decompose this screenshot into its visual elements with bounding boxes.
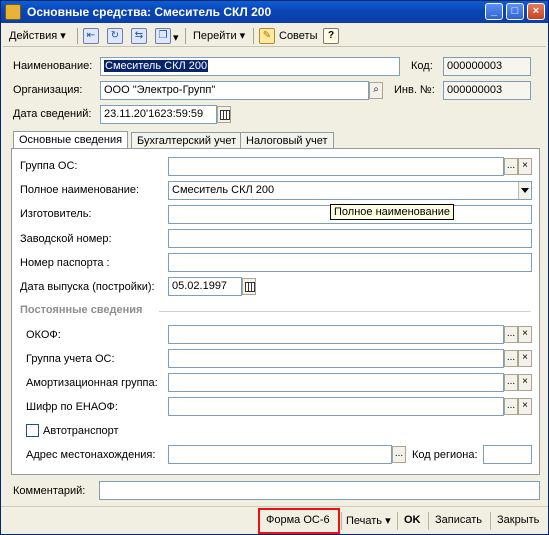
title-bar: Основные средства: Смеситель СКЛ 200 _ □…: [1, 1, 548, 23]
tips-label: Советы: [279, 30, 318, 42]
okof-label: ОКОФ:: [26, 329, 61, 341]
bottom-bar: Форма ОС-6 Печать ▾ OK Записать Закрыть: [1, 506, 548, 534]
goto-menu[interactable]: Перейти ▾: [193, 27, 245, 45]
structure-icon[interactable]: ⇆: [131, 28, 147, 44]
main-window: Основные средства: Смеситель СКЛ 200 _ □…: [0, 0, 549, 535]
tips-icon[interactable]: ✎: [259, 28, 275, 44]
name-field[interactable]: Смеситель СКЛ 200: [100, 57, 400, 76]
code-label: Код:: [411, 60, 433, 72]
accounting-group-label: Группа учета ОС:: [26, 353, 115, 365]
serial-field[interactable]: [168, 229, 532, 248]
organization-label: Организация:: [13, 84, 83, 96]
calendar-icon[interactable]: [217, 106, 231, 123]
address-field[interactable]: [168, 445, 392, 464]
group-os-field[interactable]: [168, 157, 504, 176]
full-name-label: Полное наименование:: [20, 184, 140, 196]
toolbar-separator: [77, 28, 78, 44]
serial-label: Заводской номер:: [20, 233, 112, 245]
name-value: Смеситель СКЛ 200: [104, 60, 209, 72]
comment-label: Комментарий:: [13, 485, 86, 497]
comment-field[interactable]: [99, 481, 540, 500]
accounting-group-field[interactable]: [168, 349, 504, 368]
release-date-label: Дата выпуска (постройки):: [20, 281, 155, 293]
date-field[interactable]: 23.11.20'1623:59:59: [100, 105, 217, 124]
button-separator: [428, 512, 429, 530]
clear-icon[interactable]: ×: [518, 374, 532, 391]
organization-field[interactable]: ООО "Электро-Групп": [100, 81, 369, 100]
tips-button[interactable]: Советы: [279, 27, 317, 45]
inventory-field[interactable]: 000000003: [443, 81, 531, 100]
name-label: Наименование:: [13, 60, 93, 72]
clear-icon[interactable]: ×: [518, 350, 532, 367]
print-button[interactable]: Печать ▾: [346, 514, 391, 527]
tab-tax[interactable]: Налоговый учет: [240, 132, 334, 149]
search-icon[interactable]: ⌕: [369, 82, 383, 99]
select-button[interactable]: ...: [392, 446, 406, 463]
copy-icon[interactable]: ❐: [155, 28, 171, 44]
clear-icon[interactable]: ×: [518, 398, 532, 415]
toolbar-separator: [253, 28, 254, 44]
code-field[interactable]: 000000003: [443, 57, 531, 76]
select-button[interactable]: ...: [504, 398, 518, 415]
amortization-group-field[interactable]: [168, 373, 504, 392]
refresh-icon[interactable]: ↻: [107, 28, 123, 44]
tab-main-info[interactable]: Основные сведения: [13, 131, 129, 149]
region-code-field[interactable]: [483, 445, 532, 464]
autotransport-checkbox[interactable]: [26, 424, 39, 437]
button-separator: [397, 512, 398, 530]
tooltip: Полное наименование: [330, 204, 454, 220]
maker-label: Изготовитель:: [20, 208, 92, 220]
maximize-button[interactable]: □: [506, 3, 524, 20]
group-os-label: Группа ОС:: [20, 160, 78, 172]
release-date-field[interactable]: 05.02.1997: [168, 277, 242, 296]
cipher-label: Шифр по ЕНАОФ:: [26, 401, 118, 413]
save-button[interactable]: Записать: [435, 514, 482, 526]
ok-button[interactable]: OK: [404, 514, 421, 526]
section-title: Постоянные сведения: [20, 304, 143, 316]
toolbar-separator: [185, 28, 186, 44]
cipher-field[interactable]: [168, 397, 504, 416]
button-separator: [341, 512, 342, 530]
print-button-label: Печать: [346, 515, 383, 527]
section-divider: [159, 311, 531, 312]
copy-dropdown-icon[interactable]: ▾: [173, 31, 179, 44]
calendar-icon[interactable]: [242, 278, 256, 295]
select-button[interactable]: ...: [504, 158, 518, 175]
passport-field[interactable]: [168, 253, 532, 272]
toolbar: Действия ▾ ⇤ ↻ ⇆ ❐ ▾ Перейти ▾ ✎ Советы …: [3, 25, 546, 47]
date-label: Дата сведений:: [13, 108, 92, 120]
clear-icon[interactable]: ×: [518, 326, 532, 343]
app-icon: [5, 4, 21, 20]
actions-menu-label: Действия: [9, 30, 58, 42]
help-icon[interactable]: ?: [323, 28, 339, 44]
amortization-group-label: Амортизационная группа:: [26, 377, 158, 389]
tab-accounting[interactable]: Бухгалтерский учет: [131, 132, 243, 149]
window-title: Основные средства: Смеситель СКЛ 200: [27, 5, 272, 19]
full-name-field[interactable]: Смеситель СКЛ 200: [168, 181, 532, 200]
close-button[interactable]: Закрыть: [497, 514, 539, 526]
okof-field[interactable]: [168, 325, 504, 344]
minimize-button[interactable]: _: [485, 3, 503, 20]
inventory-label: Инв. №:: [394, 84, 435, 96]
clear-icon[interactable]: ×: [518, 158, 532, 175]
autotransport-label: Автотранспорт: [43, 425, 119, 437]
select-button[interactable]: ...: [504, 326, 518, 343]
region-code-label: Код региона:: [412, 449, 478, 461]
chevron-down-icon[interactable]: [518, 182, 530, 199]
select-button[interactable]: ...: [504, 350, 518, 367]
select-button[interactable]: ...: [504, 374, 518, 391]
passport-label: Номер паспорта :: [20, 257, 110, 269]
actions-menu[interactable]: Действия ▾: [9, 27, 66, 45]
goto-menu-label: Перейти: [193, 30, 237, 42]
address-label: Адрес местонахождения:: [26, 449, 156, 461]
form-os6-button[interactable]: Форма ОС-6: [266, 514, 330, 526]
close-window-button[interactable]: ×: [527, 3, 545, 20]
go-back-icon[interactable]: ⇤: [83, 28, 99, 44]
button-separator: [490, 512, 491, 530]
